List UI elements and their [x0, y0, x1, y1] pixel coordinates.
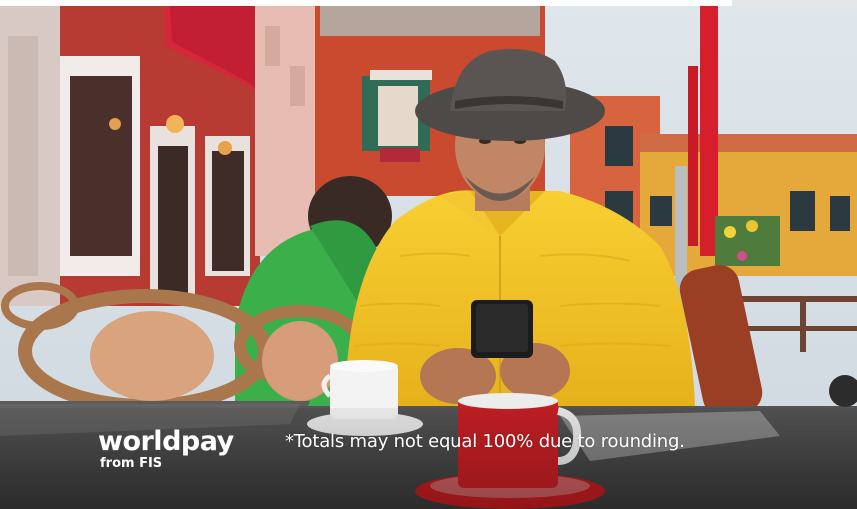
logo-subtitle: from FIS: [100, 456, 163, 471]
worldpay-logo: worldpay from FIS: [98, 428, 234, 472]
logo-wordmark: worldpay: [98, 426, 234, 457]
slide-frame: worldpay from FIS *Totals may not equal …: [0, 0, 857, 509]
footnote-text: *Totals may not equal 100% due to roundi…: [285, 431, 685, 452]
